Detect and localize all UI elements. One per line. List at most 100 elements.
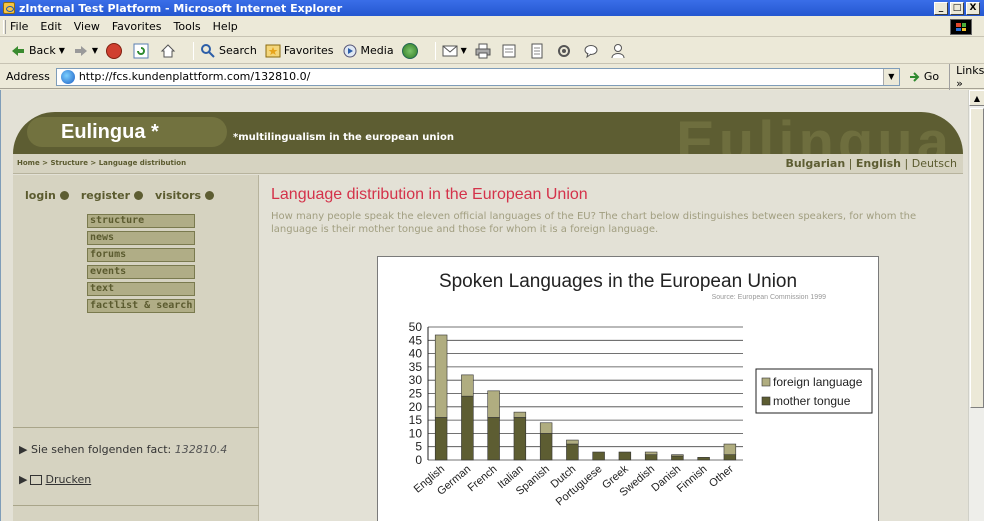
forward-button[interactable]: ▼	[73, 43, 98, 59]
menu-favorites[interactable]: Favorites	[112, 20, 162, 33]
mail-dropdown-icon[interactable]: ▼	[461, 46, 467, 55]
scroll-up-icon[interactable]: ▲	[969, 90, 984, 106]
toolbar-separator	[193, 41, 195, 60]
lang-bulgarian[interactable]: Bulgarian	[785, 157, 845, 170]
y-tick-label: 10	[409, 426, 423, 440]
x-tick-label: Finnish	[675, 463, 710, 495]
maximize-button[interactable]: □	[950, 1, 964, 15]
back-arrow-icon	[10, 43, 26, 59]
y-tick-label: 20	[409, 400, 423, 414]
nav-text[interactable]: text	[87, 282, 195, 296]
edit-button[interactable]	[502, 43, 521, 59]
address-dropdown-icon[interactable]: ▼	[882, 68, 899, 85]
bar-mother-tongue	[566, 443, 579, 461]
search-button[interactable]: Search	[200, 43, 257, 59]
y-tick-label: 30	[409, 373, 423, 387]
stop-button[interactable]	[106, 42, 125, 59]
toolbar-grip	[3, 20, 6, 34]
menu-tools[interactable]: Tools	[174, 20, 201, 33]
forward-arrow-icon	[73, 43, 89, 59]
menu-edit[interactable]: Edit	[40, 20, 61, 33]
history-icon	[401, 42, 418, 59]
lang-deutsch[interactable]: Deutsch	[912, 157, 957, 170]
go-button[interactable]: Go	[908, 70, 939, 84]
y-tick-label: 15	[409, 413, 423, 427]
menu-bar: File Edit View Favorites Tools Help	[0, 17, 984, 37]
back-dropdown-icon[interactable]: ▼	[59, 46, 65, 55]
nav-news[interactable]: news	[87, 231, 195, 245]
url-input[interactable]	[78, 70, 899, 83]
x-tick-label: French	[466, 463, 500, 494]
y-tick-label: 25	[409, 387, 423, 401]
messenger-button[interactable]	[583, 43, 602, 59]
register-link[interactable]: register	[81, 189, 144, 202]
contacts-button[interactable]	[610, 43, 629, 59]
nav-structure[interactable]: structure	[87, 214, 195, 228]
media-label: Media	[360, 44, 394, 57]
window-title: zInternal Test Platform - Microsoft Inte…	[19, 1, 343, 15]
lang-divider: |	[904, 157, 912, 170]
title-bar[interactable]: zInternal Test Platform - Microsoft Inte…	[0, 0, 984, 16]
site-header: Eulingua Eulingua * *multilingualism in …	[13, 112, 963, 154]
fact-label: Sie sehen folgenden fact:	[30, 443, 172, 456]
lang-english[interactable]: English	[856, 157, 901, 170]
menu-help[interactable]: Help	[213, 20, 238, 33]
bar-foreign-language	[644, 451, 658, 455]
site-logo[interactable]: Eulingua *	[61, 121, 159, 144]
login-link[interactable]: login	[25, 189, 69, 202]
menu-file[interactable]: File	[10, 20, 28, 33]
bar-mother-tongue	[671, 455, 684, 461]
legend-swatch-foreign	[761, 377, 771, 387]
account-links: login register visitors	[25, 189, 215, 202]
bar-foreign-language	[513, 411, 527, 418]
bar-mother-tongue	[434, 417, 448, 461]
breadcrumb-row: Home > Structure > Language distribution…	[13, 154, 963, 174]
page-title: Language distribution in the European Un…	[271, 186, 588, 203]
vertical-scrollbar[interactable]: ▲	[968, 90, 984, 521]
mail-button[interactable]: ▼	[442, 43, 467, 59]
breadcrumb[interactable]: Home > Structure > Language distribution	[17, 159, 186, 167]
sidebar-divider	[13, 427, 259, 428]
research-button[interactable]	[556, 43, 575, 59]
back-button[interactable]: Back ▼	[10, 43, 65, 59]
bar-foreign-language	[671, 454, 684, 457]
toolbar-separator	[434, 41, 436, 60]
print-link-row: ▶ Drucken	[19, 473, 91, 486]
discuss-button[interactable]	[529, 43, 548, 59]
print-link[interactable]: Drucken	[45, 473, 91, 486]
browser-window: zInternal Test Platform - Microsoft Inte…	[0, 0, 984, 521]
history-button[interactable]	[401, 42, 421, 59]
triangle-icon: ▶	[19, 443, 28, 456]
bar-foreign-language	[723, 443, 737, 455]
y-tick-label: 35	[409, 360, 423, 374]
home-button[interactable]	[160, 43, 179, 59]
media-button[interactable]: Media	[342, 43, 394, 59]
x-tick-label: Other	[707, 463, 736, 490]
language-switcher: Bulgarian | English | Deutsch	[785, 157, 957, 170]
back-label: Back	[29, 44, 56, 57]
nav-forums[interactable]: forums	[87, 248, 195, 262]
login-label: login	[25, 189, 56, 202]
favorites-button[interactable]: Favorites	[265, 43, 334, 59]
refresh-button[interactable]	[133, 43, 152, 59]
legend-swatch-mother	[761, 396, 771, 406]
nav-events[interactable]: events	[87, 265, 195, 279]
print-button[interactable]	[475, 43, 494, 59]
stop-icon	[106, 42, 123, 59]
scroll-thumb[interactable]	[970, 108, 984, 408]
minimize-button[interactable]: _	[934, 1, 948, 15]
page-icon	[60, 69, 75, 84]
bar-mother-tongue	[644, 454, 658, 461]
menu-view[interactable]: View	[74, 20, 100, 33]
address-field[interactable]: ▼	[55, 67, 900, 86]
bar-mother-tongue	[461, 395, 474, 461]
links-button[interactable]: Links »	[949, 63, 984, 90]
nav-factlist-search[interactable]: factlist & search	[87, 299, 195, 313]
chart: Spoken Languages in the European Union So…	[377, 256, 879, 521]
close-button[interactable]: X	[966, 1, 980, 15]
visitors-link[interactable]: visitors	[155, 189, 215, 202]
chat-icon	[583, 43, 599, 59]
printer-icon[interactable]	[30, 474, 43, 485]
chart-title: Spoken Languages in the European Union	[439, 271, 797, 292]
forward-dropdown-icon[interactable]: ▼	[92, 46, 98, 55]
